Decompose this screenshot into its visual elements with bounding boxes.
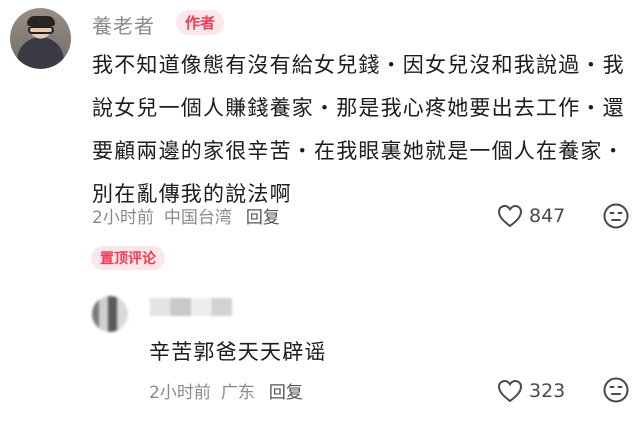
author-username[interactable]: 養老者 [92,10,155,39]
author-badge: 作者 [176,10,225,35]
reply-button[interactable]: 回复 [246,208,280,228]
reply-meta: 2小时前 广东 回复 [149,378,303,403]
comment-like-count: 847 [529,205,566,227]
comment-text: 我不知道像態有沒有給女兒錢・因女兒沒和我說過・我說女兒一個人賺錢養家・那是我心疼… [92,53,625,206]
avatar-glasses [28,26,54,34]
avatar-hair [27,16,55,26]
comment-like-button[interactable]: 847 [497,201,565,231]
reply-time: 2小时前 [149,383,211,403]
reply-username-blurred[interactable] [150,298,232,316]
comment-meta: 2小时前 中国台湾 回复 [92,203,280,228]
author-avatar[interactable] [10,8,71,69]
comment-location: 中国台湾 [163,208,232,228]
reply-reply-button[interactable]: 回复 [269,383,303,403]
neutral-face-icon[interactable] [603,203,629,229]
reply-text: 辛苦郭爸天天辟谣 [149,340,327,364]
heart-outline-icon [497,379,523,403]
heart-outline-icon [497,204,523,228]
comment-time: 2小时前 [92,208,154,228]
neutral-face-icon[interactable] [603,377,629,403]
reply-location: 广东 [220,383,255,403]
reply-like-count: 323 [529,380,566,402]
reply-avatar-blurred[interactable] [92,296,128,332]
comment-thread: 養老者 作者 我不知道像態有沒有給女兒錢・因女兒沒和我說過・我說女兒一個人賺錢養… [0,0,640,425]
pinned-comment-badge: 置顶评论 [91,246,165,270]
reply-like-button[interactable]: 323 [497,376,565,406]
